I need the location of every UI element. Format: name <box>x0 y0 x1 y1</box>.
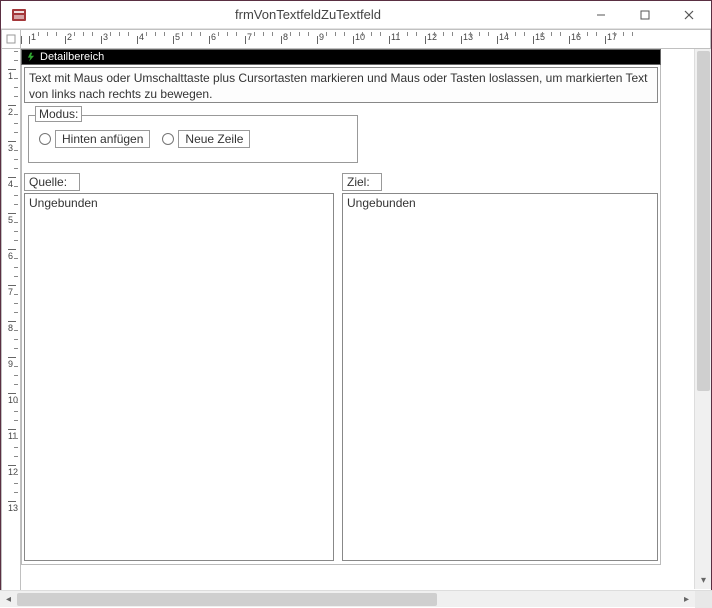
app-window: frmVonTextfeldZuTextfeld 123456789101112… <box>0 0 712 607</box>
option-append[interactable]: Hinten anfügen <box>39 130 150 148</box>
hscroll-right-arrow-icon[interactable]: ▸ <box>678 591 695 608</box>
ziel-label[interactable]: Ziel: <box>342 173 382 191</box>
modus-group-label[interactable]: Modus: <box>35 106 82 122</box>
radio-newline-label[interactable]: Neue Zeile <box>178 130 250 148</box>
form-detail-area[interactable]: Text mit Maus oder Umschalttaste plus Cu… <box>21 65 661 565</box>
option-newline[interactable]: Neue Zeile <box>162 130 250 148</box>
vscroll-down-arrow-icon[interactable]: ▾ <box>695 572 711 589</box>
ruler-row: 1234567891011121314151617 <box>1 29 711 49</box>
ziel-textbox[interactable]: Ungebunden <box>342 193 658 561</box>
design-viewport: Detailbereich Text mit Maus oder Umschal… <box>21 49 711 606</box>
minimize-button[interactable] <box>579 3 623 27</box>
radio-append-label[interactable]: Hinten anfügen <box>55 130 150 148</box>
access-app-icon <box>7 3 31 27</box>
vertical-ruler[interactable]: 12345678910111213 <box>1 49 21 606</box>
design-surface[interactable]: Detailbereich Text mit Maus oder Umschal… <box>21 49 701 606</box>
hscroll-thumb[interactable] <box>17 593 437 606</box>
close-button[interactable] <box>667 3 711 27</box>
section-selector-icon <box>26 52 36 62</box>
instruction-label[interactable]: Text mit Maus oder Umschalttaste plus Cu… <box>24 67 658 103</box>
window-buttons <box>579 3 711 27</box>
modus-options: Hinten anfügen Neue Zeile <box>39 130 250 148</box>
select-all-corner[interactable] <box>1 29 21 49</box>
titlebar[interactable]: frmVonTextfeldZuTextfeld <box>1 1 711 29</box>
quelle-textbox[interactable]: Ungebunden <box>24 193 334 561</box>
body-row: 12345678910111213 Detailbereich Text mit… <box>1 49 711 606</box>
radio-append[interactable] <box>39 133 51 145</box>
radio-newline[interactable] <box>162 133 174 145</box>
modus-groupbox[interactable]: Modus: Hinten anfügen Neue Zeile <box>28 115 358 163</box>
hscroll-left-arrow-icon[interactable]: ◂ <box>0 591 17 608</box>
horizontal-ruler[interactable]: 1234567891011121314151617 <box>21 29 711 49</box>
hscroll-track[interactable] <box>17 591 678 608</box>
quelle-label[interactable]: Quelle: <box>24 173 80 191</box>
vscroll-thumb[interactable] <box>697 51 710 391</box>
horizontal-scrollbar[interactable]: ◂ ▸ <box>0 590 712 607</box>
detail-section-header[interactable]: Detailbereich <box>21 49 661 65</box>
scroll-corner <box>695 591 712 608</box>
vertical-scrollbar[interactable]: ▾ <box>694 49 711 589</box>
detail-section-label: Detailbereich <box>40 51 104 63</box>
maximize-button[interactable] <box>623 3 667 27</box>
window-title: frmVonTextfeldZuTextfeld <box>37 7 579 22</box>
